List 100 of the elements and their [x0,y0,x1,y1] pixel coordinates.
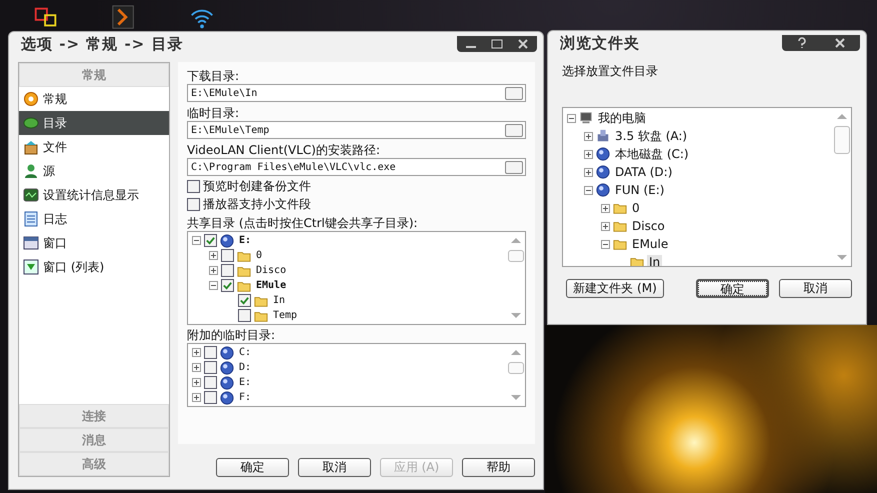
field-label: 共享目录 (点击时按住Ctrl键会共享子目录): [187,215,419,231]
drive-icon [220,376,234,390]
chart-icon [23,187,39,203]
tree-item[interactable]: 0 [630,201,642,215]
tree-item[interactable]: D: [237,362,254,373]
collapse-icon[interactable] [584,186,593,194]
tree-item[interactable]: DATA (D:) [613,165,674,179]
tree-item[interactable]: 本地磁盘 (C:) [613,146,691,162]
expand-icon[interactable] [209,266,218,275]
tree-item[interactable]: EMule [254,280,288,291]
expand-icon[interactable] [601,222,610,230]
dialog-button[interactable]: 确定 [216,458,289,477]
path-field[interactable]: C:\Program Files\eMule\VLC\vlc.exe [187,158,526,176]
sidebar-item[interactable]: 源 [19,159,169,183]
sidebar-item[interactable]: 窗口 [19,231,169,255]
checkbox-option[interactable]: 预览时创建备份文件 [187,177,526,195]
checkbox[interactable] [221,264,234,277]
expand-icon[interactable] [601,204,610,212]
browse-button[interactable] [505,124,523,136]
folder-icon [613,219,627,233]
floppy-drive-icon [596,129,610,143]
path-field[interactable]: E:\EMule\In [187,84,526,102]
gear-icon [23,91,39,107]
expand-icon[interactable] [209,251,218,260]
tree-item[interactable]: C: [237,347,254,358]
checkbox[interactable] [221,249,234,262]
tree-item[interactable]: Disco [254,265,288,276]
box-icon [23,139,39,155]
sidebar-item[interactable]: 目录 [19,111,169,135]
tree-item[interactable]: FUN (E:) [613,183,666,197]
drive-icon [220,390,234,404]
expand-icon[interactable] [192,393,201,402]
dialog-button[interactable]: 取消 [779,279,852,298]
sidebar-item[interactable]: 窗口 (列表) [19,255,169,279]
drive-icon [596,147,610,161]
collapse-icon[interactable] [209,281,218,290]
tree-item[interactable]: E: [237,235,254,246]
tree-item[interactable]: In [647,255,662,266]
path-field[interactable]: E:\EMule\Temp [187,121,526,139]
expand-icon[interactable] [584,132,593,140]
sidebar-item[interactable]: 日志 [19,207,169,231]
collapse-icon[interactable] [192,236,201,245]
checkbox[interactable] [238,309,251,322]
drive-icon [220,346,234,360]
expand-icon[interactable] [192,378,201,387]
collapse-icon[interactable] [567,114,576,122]
checkbox[interactable] [204,391,217,404]
sidebar-item[interactable]: 常规 [19,87,169,111]
checkbox[interactable] [204,234,217,247]
checkbox[interactable] [204,346,217,359]
tree-item[interactable]: Temp [271,310,300,321]
dialog-button[interactable]: 取消 [298,458,371,477]
field-label: 附加的临时目录: [187,327,276,343]
checkbox[interactable] [238,294,251,307]
folder-icon [630,255,644,266]
folder-icon [613,237,627,251]
browse-button[interactable] [505,86,523,100]
dialog-button[interactable]: 帮助 [462,458,535,477]
expand-icon[interactable] [584,150,593,158]
tree-item[interactable]: F: [237,392,254,403]
leaf-icon [23,115,39,131]
tree-item[interactable]: 3.5 软盘 (A:) [613,128,690,144]
scroll-thumb[interactable] [834,126,850,154]
tree-item[interactable]: In [271,295,288,306]
prompt-text: 选择放置文件目录 [561,63,659,80]
window-icon [23,235,39,251]
drive-icon [596,165,610,179]
person-icon [23,163,39,179]
scroll-thumb[interactable] [508,362,524,374]
sidebar-item[interactable]: 设置统计信息显示 [19,183,169,207]
checkbox[interactable] [221,279,234,292]
window-title: 选项 -> 常规 -> 目录 [21,34,184,54]
tree-item[interactable]: E: [237,377,254,388]
sidebar-item[interactable]: 文件 [19,135,169,159]
field-label: 临时目录: [187,105,240,121]
tree-item[interactable]: Disco [630,219,667,233]
dialog-button[interactable]: 新建文件夹 (M) [566,279,664,298]
browse-button[interactable] [505,160,523,174]
window-controls[interactable] [457,36,537,52]
drive-icon [596,183,610,197]
list-window-icon [23,259,39,275]
tree-item[interactable]: 我的电脑 [596,110,648,126]
checkbox-option[interactable]: 播放器支持小文件段 [187,195,526,213]
expand-icon[interactable] [192,348,201,357]
dialog-button[interactable]: 确定 [696,279,769,298]
tree-item[interactable]: EMule [630,237,670,251]
checkbox[interactable] [204,376,217,389]
scroll-thumb[interactable] [508,250,524,262]
checkbox[interactable] [187,198,200,210]
window-controls[interactable] [782,35,860,51]
field-label: 下载目录: [187,68,240,84]
drive-icon [220,234,234,248]
checkbox[interactable] [187,180,200,192]
expand-icon[interactable] [584,168,593,176]
collapse-icon[interactable] [601,240,610,248]
checkbox[interactable] [204,361,217,374]
folder-icon [613,201,627,215]
expand-icon[interactable] [192,363,201,372]
window-title: 浏览文件夹 [560,34,640,52]
tree-item[interactable]: 0 [254,250,264,261]
